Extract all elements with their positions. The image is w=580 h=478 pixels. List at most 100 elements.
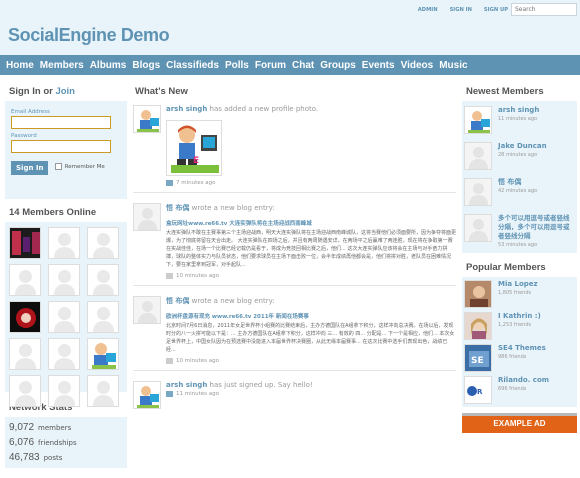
feed-action: wrote a new blog entry: (191, 204, 275, 212)
online-avatar-7[interactable] (9, 301, 41, 333)
nav-members[interactable]: Members (40, 60, 84, 71)
online-avatar-13[interactable] (9, 375, 41, 407)
member-item[interactable]: SE SE4 Themes 986 friends (462, 342, 577, 374)
feed-user-link[interactable]: arsh singh (166, 381, 207, 389)
member-avatar[interactable] (464, 178, 492, 206)
nav-videos[interactable]: Videos (401, 60, 434, 71)
feed-time: 10 minutes ago (176, 273, 219, 279)
online-heading: 14 Members Online (9, 207, 97, 218)
example-ad[interactable]: EXAMPLE AD (462, 413, 577, 433)
nav-chat[interactable]: Chat (292, 60, 314, 71)
email-field[interactable] (11, 116, 111, 129)
member-item[interactable]: 悟 布偶 42 minutes ago (462, 174, 577, 210)
feed-item: 悟 布偶 wrote a new blog entry: 欧洲杯盘源有现充 ww… (133, 292, 456, 371)
nav-blogs[interactable]: Blogs (132, 60, 160, 71)
online-avatar-8[interactable] (48, 301, 80, 333)
online-avatar-6[interactable] (87, 264, 119, 296)
member-avatar[interactable]: R (464, 376, 492, 404)
nav-events[interactable]: Events (362, 60, 395, 71)
member-friends: 1,253 friends (498, 322, 532, 328)
online-avatar-10[interactable] (9, 338, 41, 370)
online-avatar-5[interactable] (48, 264, 80, 296)
remember-checkbox[interactable] (54, 163, 62, 170)
stat-value: 6,076 (9, 437, 35, 448)
nav-polls[interactable]: Polls (225, 60, 249, 71)
user-avatar[interactable] (133, 296, 161, 324)
user-avatar[interactable] (133, 203, 161, 231)
newest-heading: Newest Members (466, 86, 544, 97)
mini-nav: ADMIN SIGN IN SIGN UP (418, 7, 508, 13)
member-avatar[interactable] (464, 142, 492, 170)
search-input[interactable] (511, 3, 577, 16)
member-name[interactable]: Rilando. com (498, 376, 549, 385)
feed-time: 7 minutes ago (176, 180, 216, 186)
member-item[interactable]: Mia Lopez 1,805 friends (462, 278, 577, 310)
popular-members: Mia Lopez 1,805 friends I Kathrin :) 1,253… (462, 277, 577, 407)
stat-members: 9,072 members (9, 420, 123, 435)
stat-label: friendships (38, 439, 77, 447)
blog-icon (166, 358, 173, 364)
member-name[interactable]: Mia Lopez (498, 280, 538, 289)
member-avatar[interactable]: SE (464, 344, 492, 372)
member-name[interactable]: I Kathrin :) (498, 312, 541, 321)
email-label: Email Address (11, 109, 50, 115)
nav-forum[interactable]: Forum (255, 60, 286, 71)
member-name[interactable]: arsh singh (498, 106, 539, 115)
join-link[interactable]: Join (55, 86, 75, 97)
member-name[interactable]: SE4 Themes (498, 344, 546, 353)
feed-user-link[interactable]: 悟 布偶 (166, 297, 189, 305)
online-avatar-14[interactable] (48, 375, 80, 407)
nav-classifieds[interactable]: Classifieds (166, 60, 219, 71)
feed-time: 10 minutes ago (176, 358, 219, 364)
signin-heading: Sign In or Join (9, 86, 127, 97)
online-avatar-11[interactable] (48, 338, 80, 370)
password-field[interactable] (11, 140, 111, 153)
online-members-grid (5, 222, 127, 407)
remember-me[interactable]: Remember Me (54, 163, 105, 170)
signin-button[interactable]: Sign In (11, 161, 49, 175)
user-avatar[interactable] (133, 105, 161, 133)
online-avatar-12[interactable] (87, 338, 119, 370)
left-column: Sign In or Join Email Address Password S… (5, 82, 127, 468)
mini-nav-signup[interactable]: SIGN UP (484, 7, 508, 13)
member-item[interactable]: R Rilando. com 696 friends (462, 374, 577, 406)
feed-user-link[interactable]: arsh singh (166, 105, 207, 113)
member-avatar[interactable] (464, 312, 492, 340)
nav-music[interactable]: Music (439, 60, 467, 71)
member-name[interactable]: 多个可以用逗号或者竖线分隔，多个可以用逗号或者竖线分隔 (498, 214, 574, 241)
member-name[interactable]: Jake Duncan (498, 142, 547, 151)
member-avatar[interactable] (464, 214, 492, 242)
newest-members: arsh singh 11 minutes ago Jake Duncan 28 m… (462, 101, 577, 253)
member-item[interactable]: I Kathrin :) 1,253 friends (462, 310, 577, 342)
online-avatar-2[interactable] (48, 227, 80, 259)
member-item[interactable]: arsh singh 11 minutes ago (462, 102, 577, 138)
online-avatar-1[interactable] (9, 227, 41, 259)
member-item[interactable]: 多个可以用逗号或者竖线分隔，多个可以用逗号或者竖线分隔 53 minutes ag… (462, 210, 577, 252)
member-avatar[interactable] (464, 106, 492, 134)
svg-text:E: E (193, 156, 199, 166)
mini-nav-admin[interactable]: ADMIN (418, 7, 438, 13)
nav-albums[interactable]: Albums (90, 60, 127, 71)
feed-time: 11 minutes ago (176, 391, 219, 397)
member-item[interactable]: Jake Duncan 28 minutes ago (462, 138, 577, 174)
online-avatar-9[interactable] (87, 301, 119, 333)
online-avatar-4[interactable] (9, 264, 41, 296)
profile-photo[interactable]: E (166, 120, 222, 176)
member-name[interactable]: 悟 布偶 (498, 178, 537, 187)
blog-title-link[interactable]: 盒玩网址www.re66.tv 大连实弹队将在主场迎战西南峰城 (166, 219, 456, 227)
online-avatar-15[interactable] (87, 375, 119, 407)
feed-heading: What's New (135, 86, 188, 97)
feed-user-link[interactable]: 悟 布偶 (166, 204, 189, 212)
site-logo[interactable]: SocialEngine Demo (8, 25, 170, 46)
blog-title-link[interactable]: 欧洲杯盘源有现充 www.re66.tv 2011年 新闻在场赛事 (166, 312, 456, 320)
nav-groups[interactable]: Groups (320, 60, 356, 71)
feed-action: wrote a new blog entry: (191, 297, 275, 305)
user-avatar[interactable] (133, 381, 161, 409)
password-label: Password (11, 133, 37, 139)
nav-home[interactable]: Home (6, 60, 34, 71)
member-time: 11 minutes ago (498, 116, 538, 122)
svg-text:SE: SE (471, 356, 484, 366)
mini-nav-signin[interactable]: SIGN IN (450, 7, 472, 13)
online-avatar-3[interactable] (87, 227, 119, 259)
member-avatar[interactable] (464, 280, 492, 308)
